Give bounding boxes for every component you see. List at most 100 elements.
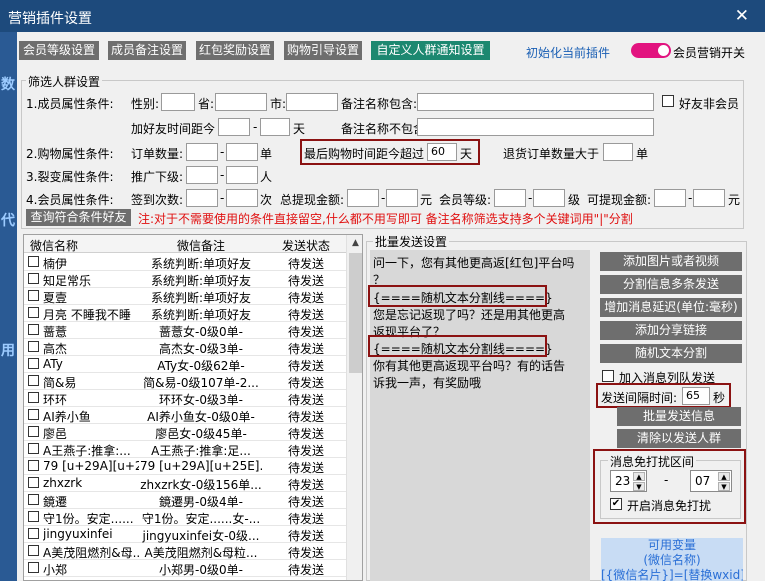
table-row[interactable]: 楠伊 系统判断:单项好友 待发送 (24, 253, 346, 271)
table-row[interactable]: 廖邑 廖邑女-0级45单- 待发送 (24, 423, 346, 441)
last-purchase-input[interactable]: 60 (427, 143, 457, 161)
table-row[interactable]: 蔷薏 蔷薏女-0级0单- 待发送 (24, 321, 346, 339)
row-checkbox[interactable] (28, 375, 39, 386)
available-withdraw-label: 可提现金额: (587, 193, 652, 207)
table-row[interactable]: jingyuxinfei jingyuxinfei女-0级... 待发送 (24, 525, 346, 543)
tab-member-remark[interactable]: 成员备注设置 (108, 41, 186, 60)
row-checkbox[interactable] (28, 443, 39, 454)
spin-down-icon[interactable]: ▼ (718, 482, 730, 491)
checkins-from[interactable] (186, 189, 218, 207)
dnd-start-spinner[interactable]: 23 ▲ ▼ (610, 470, 647, 492)
available-withdraw-from[interactable] (654, 189, 686, 207)
table-row[interactable]: A王燕子:推拿:... A王燕子:推拿:足... 待发送 (24, 440, 346, 458)
query-matching-friends-button[interactable]: 查询符合条件好友 (26, 209, 131, 226)
split-message-button[interactable]: 分割信息多条发送 (600, 275, 742, 294)
row-checkbox[interactable] (28, 324, 39, 335)
member-level-to[interactable] (533, 189, 565, 207)
table-row[interactable]: 小郑 小郑男-0级0单- 待发送 (24, 559, 346, 577)
enable-dnd-checkbox[interactable]: ✔ (610, 498, 622, 510)
promote-from[interactable] (186, 166, 218, 184)
row-checkbox[interactable] (28, 273, 39, 284)
total-withdraw-to[interactable] (386, 189, 418, 207)
spin-up-icon[interactable]: ▲ (718, 472, 730, 481)
table-row[interactable]: 知足常乐 系统判断:单项好友 待发送 (24, 270, 346, 288)
friend-non-member-checkbox[interactable] (662, 95, 674, 107)
remark-contains-input[interactable] (417, 93, 654, 111)
scroll-up-icon[interactable]: ▲ (347, 235, 362, 252)
unit-order: 单 (636, 147, 649, 161)
row-checkbox[interactable] (28, 358, 39, 369)
table-row[interactable]: ATy ATy女-0级62单- 待发送 (24, 355, 346, 373)
table-row[interactable]: A美茂阻燃剂&母... A美茂阻燃剂&母粒... 待发送 (24, 542, 346, 560)
tab-custom-crowd-notify[interactable]: 自定义人群通知设置 (371, 41, 490, 60)
row-checkbox[interactable] (28, 545, 39, 556)
remark-not-contains-input[interactable] (417, 118, 654, 136)
interval-input[interactable]: 65 (682, 387, 710, 405)
unit-day: 天 (293, 122, 306, 136)
spin-up-icon[interactable]: ▲ (633, 472, 645, 481)
add-message-delay-button[interactable]: 增加消息延迟(单位:毫秒) (600, 298, 742, 317)
column-header-wechat-remark[interactable]: 微信备注 (140, 237, 262, 254)
row-checkbox[interactable] (28, 256, 39, 267)
column-header-wechat-name[interactable]: 微信名称 (24, 237, 84, 254)
init-plugin-link[interactable]: 初始化当前插件 (526, 44, 610, 61)
table-row[interactable]: 守1份。安定...... 守1份。安定......女-... 待发送 (24, 508, 346, 526)
column-header-send-status[interactable]: 发送状态 (266, 237, 346, 254)
cell-wechat-name: zhxzrk (43, 476, 83, 490)
dnd-end-spinner[interactable]: 07 ▲ ▼ (690, 470, 732, 492)
bg-glyph: 用 (1, 343, 15, 359)
row-checkbox[interactable] (28, 494, 39, 505)
queue-send-checkbox[interactable] (602, 370, 614, 382)
gender-input[interactable] (161, 93, 195, 111)
interval-unit: 秒 (713, 391, 726, 405)
close-icon[interactable]: ✕ (735, 6, 749, 26)
add-image-video-button[interactable]: 添加图片或者视频 (600, 252, 742, 271)
province-input[interactable] (215, 93, 267, 111)
available-withdraw-to[interactable] (693, 189, 725, 207)
tab-member-level[interactable]: 会员等级设置 (19, 41, 99, 60)
row-checkbox[interactable] (28, 460, 39, 471)
clear-sent-button[interactable]: 清除以发送人群 (617, 429, 741, 448)
bulk-send-button[interactable]: 批量发送信息 (617, 407, 741, 426)
tab-shopping-guide[interactable]: 购物引导设置 (284, 41, 362, 60)
table-row[interactable]: 月亮 不睡我不睡 系统判断:单项好友 待发送 (24, 304, 346, 322)
refund-orders-input[interactable] (603, 143, 633, 161)
table-row[interactable]: 高杰 高杰女-0级3单- 待发送 (24, 338, 346, 356)
row-checkbox[interactable] (28, 392, 39, 403)
row-checkbox[interactable] (28, 426, 39, 437)
row-checkbox[interactable] (28, 528, 39, 539)
member-level-from[interactable] (494, 189, 526, 207)
city-input[interactable] (286, 93, 338, 111)
row-checkbox[interactable] (28, 477, 39, 488)
random-text-split-button[interactable]: 随机文本分割 (600, 344, 742, 363)
row-checkbox[interactable] (28, 511, 39, 522)
cell-send-status: 待发送 (287, 563, 324, 577)
table-row[interactable]: 79 [u+29A][u+25...79 [u+29A][u+25E]...待发… (24, 457, 346, 475)
row-checkbox[interactable] (28, 341, 39, 352)
scroll-thumb[interactable] (349, 253, 362, 373)
promote-to[interactable] (226, 166, 258, 184)
table-row[interactable]: 环环 环环女-0级3单- 待发送 (24, 389, 346, 407)
row-checkbox[interactable] (28, 307, 39, 318)
row-checkbox[interactable] (28, 409, 39, 420)
member-marketing-toggle[interactable] (631, 43, 671, 58)
total-withdraw-label: 总提现金额: (280, 193, 345, 207)
add-days-from[interactable] (218, 118, 250, 136)
add-share-link-button[interactable]: 添加分享链接 (600, 321, 742, 340)
spin-down-icon[interactable]: ▼ (633, 482, 645, 491)
unit-day: 天 (460, 147, 473, 161)
checkins-to[interactable] (226, 189, 258, 207)
table-row[interactable]: 夏壹 系统判断:单项好友 待发送 (24, 287, 346, 305)
row-checkbox[interactable] (28, 290, 39, 301)
order-count-to[interactable] (226, 143, 258, 161)
tab-red-packet[interactable]: 红包奖励设置 (196, 41, 274, 60)
table-row[interactable]: 鏡遷 鏡遷男-0级4单- 待发送 (24, 491, 346, 509)
add-days-to[interactable] (260, 118, 290, 136)
vertical-scrollbar[interactable]: ▲ (346, 235, 362, 580)
total-withdraw-from[interactable] (347, 189, 379, 207)
table-row[interactable]: zhxzrk zhxzrk女-0级156单... 待发送 (24, 474, 346, 492)
order-count-from[interactable] (186, 143, 218, 161)
row-checkbox[interactable] (28, 562, 39, 573)
table-row[interactable]: AI养小鱼 AI养小鱼女-0级0单- 待发送 (24, 406, 346, 424)
table-row[interactable]: 简&易 简&易-0级107单-2... 待发送 (24, 372, 346, 390)
